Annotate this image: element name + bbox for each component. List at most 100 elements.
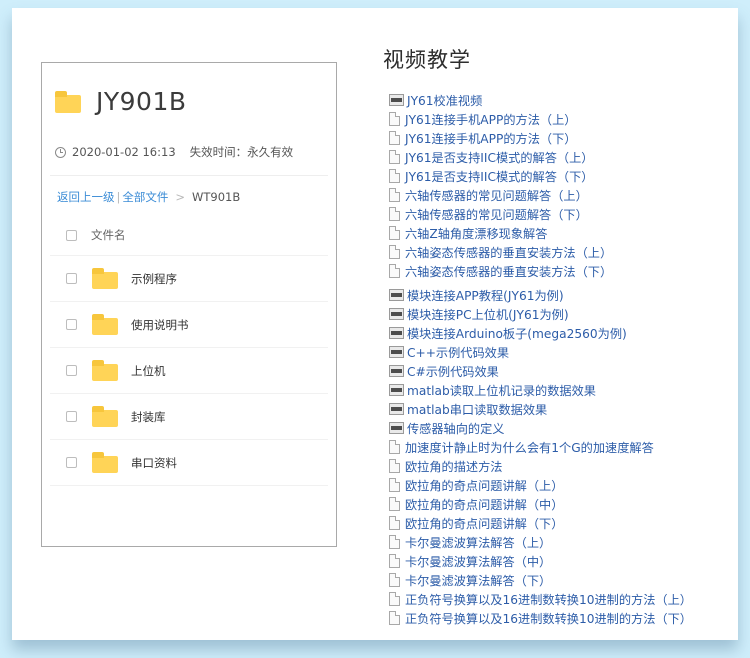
document-icon — [389, 130, 400, 145]
divider — [50, 175, 328, 176]
video-link[interactable]: 欧拉角的奇点问题讲解（下） — [389, 513, 692, 532]
folder-name[interactable]: 封装库 — [131, 409, 166, 425]
video-link[interactable]: C#示例代码效果 — [389, 361, 692, 380]
row-checkbox[interactable] — [66, 273, 77, 284]
video-link[interactable]: JY61校准视频 — [389, 90, 692, 109]
document-icon — [389, 496, 400, 511]
content-card: JY901B 2020-01-02 16:13 失效时间：永久有效 返回上一级 |… — [12, 8, 738, 640]
table-row[interactable]: 使用说明书 — [50, 302, 328, 348]
video-link[interactable]: 正负符号换算以及16进制数转换10进制的方法（下） — [389, 608, 692, 627]
html-file-icon — [389, 326, 404, 339]
video-link[interactable]: 卡尔曼滤波算法解答（中） — [389, 551, 692, 570]
document-icon — [389, 187, 400, 202]
video-link[interactable]: 卡尔曼滤波算法解答（下） — [389, 570, 692, 589]
folder-name[interactable]: 使用说明书 — [131, 317, 189, 333]
video-link[interactable]: 欧拉角的奇点问题讲解（中） — [389, 494, 692, 513]
folder-name[interactable]: 示例程序 — [131, 271, 177, 287]
video-link[interactable]: JY61是否支持IIC模式的解答（下） — [389, 166, 692, 185]
video-link[interactable]: C++示例代码效果 — [389, 342, 692, 361]
video-link[interactable]: JY61是否支持IIC模式的解答（上） — [389, 147, 692, 166]
video-link[interactable]: 六轴传感器的常见问题解答（上） — [389, 185, 692, 204]
video-link[interactable]: 六轴Z轴角度漂移现象解答 — [389, 223, 692, 242]
video-link-label[interactable]: 正负符号换算以及16进制数转换10进制的方法（上） — [405, 590, 692, 608]
document-icon — [389, 572, 400, 587]
video-link[interactable]: 六轴姿态传感器的垂直安装方法（下） — [389, 261, 692, 280]
back-link[interactable]: 返回上一级 — [57, 190, 115, 204]
video-link-label[interactable]: 六轴姿态传感器的垂直安装方法（下） — [405, 262, 612, 280]
video-link-label[interactable]: 六轴姿态传感器的垂直安装方法（上） — [405, 243, 612, 261]
row-checkbox[interactable] — [66, 457, 77, 468]
video-section-title: 视频教学 — [383, 48, 471, 72]
video-link-label[interactable]: JY61校准视频 — [407, 91, 482, 109]
html-file-icon — [389, 307, 404, 320]
video-link[interactable]: 模块连接Arduino板子(mega2560为例) — [389, 323, 692, 342]
document-icon — [389, 225, 400, 240]
video-link-label[interactable]: 欧拉角的奇点问题讲解（中） — [405, 495, 563, 513]
table-row[interactable]: 示例程序 — [50, 256, 328, 302]
video-link-list: JY61校准视频 JY61连接手机APP的方法（上） JY61连接手机APP的方法（… — [389, 90, 692, 627]
table-row[interactable]: 串口资料 — [50, 440, 328, 486]
video-link[interactable]: 欧拉角的描述方法 — [389, 456, 692, 475]
video-link-label[interactable]: 欧拉角的奇点问题讲解（上） — [405, 476, 563, 494]
video-link-label[interactable]: 欧拉角的描述方法 — [405, 457, 503, 475]
video-link-label[interactable]: C++示例代码效果 — [407, 343, 509, 361]
video-link[interactable]: 加速度计静止时为什么会有1个G的加速度解答 — [389, 437, 692, 456]
video-link[interactable]: 欧拉角的奇点问题讲解（上） — [389, 475, 692, 494]
table-row[interactable]: 上位机 — [50, 348, 328, 394]
row-checkbox[interactable] — [66, 411, 77, 422]
html-file-icon — [389, 345, 404, 358]
video-link-label[interactable]: 模块连接PC上位机(JY61为例) — [407, 305, 569, 323]
share-title: JY901B — [96, 87, 187, 116]
video-link-label[interactable]: 模块连接APP教程(JY61为例) — [407, 286, 564, 304]
select-all-checkbox[interactable] — [66, 229, 77, 241]
folder-icon — [92, 359, 118, 381]
video-link[interactable]: 传感器轴向的定义 — [389, 418, 692, 437]
column-header-filename: 文件名 — [91, 228, 126, 242]
video-link[interactable]: JY61连接手机APP的方法（上） — [389, 109, 692, 128]
document-icon — [389, 477, 400, 492]
video-link[interactable]: 模块连接APP教程(JY61为例) — [389, 285, 692, 304]
video-link[interactable]: 卡尔曼滤波算法解答（上） — [389, 532, 692, 551]
folder-name[interactable]: 上位机 — [131, 363, 166, 379]
video-link[interactable]: matlab读取上位机记录的数据效果 — [389, 380, 692, 399]
video-link[interactable]: 正负符号换算以及16进制数转换10进制的方法（上） — [389, 589, 692, 608]
table-row[interactable]: 封装库 — [50, 394, 328, 440]
folder-icon — [92, 405, 118, 427]
document-icon — [389, 553, 400, 568]
share-header: JY901B — [55, 87, 187, 116]
video-link-label[interactable]: 卡尔曼滤波算法解答（中） — [405, 552, 551, 570]
video-link-label[interactable]: 加速度计静止时为什么会有1个G的加速度解答 — [405, 438, 654, 456]
video-link[interactable]: JY61连接手机APP的方法（下） — [389, 128, 692, 147]
video-link[interactable]: matlab串口读取数据效果 — [389, 399, 692, 418]
document-icon — [389, 206, 400, 221]
video-link-label[interactable]: C#示例代码效果 — [407, 362, 499, 380]
breadcrumb-separator: | — [116, 190, 121, 204]
video-link-label[interactable]: 六轴传感器的常见问题解答（上） — [405, 186, 588, 204]
row-checkbox[interactable] — [66, 365, 77, 376]
video-link-label[interactable]: JY61连接手机APP的方法（下） — [405, 129, 576, 147]
video-link-label[interactable]: JY61是否支持IIC模式的解答（下） — [405, 167, 594, 185]
all-files-link[interactable]: 全部文件 — [122, 190, 168, 204]
video-link-label[interactable]: 正负符号换算以及16进制数转换10进制的方法（下） — [405, 609, 692, 627]
document-icon — [389, 263, 400, 278]
video-link-label[interactable]: 模块连接Arduino板子(mega2560为例) — [407, 324, 627, 342]
document-icon — [389, 610, 400, 625]
html-file-icon — [389, 383, 404, 396]
row-checkbox[interactable] — [66, 319, 77, 330]
video-link-label[interactable]: 欧拉角的奇点问题讲解（下） — [405, 514, 563, 532]
video-link-label[interactable]: 六轴Z轴角度漂移现象解答 — [405, 224, 547, 242]
video-link[interactable]: 六轴姿态传感器的垂直安装方法（上） — [389, 242, 692, 261]
video-link-label[interactable]: JY61连接手机APP的方法（上） — [405, 110, 576, 128]
video-link-label[interactable]: 卡尔曼滤波算法解答（上） — [405, 533, 551, 551]
video-link-label[interactable]: JY61是否支持IIC模式的解答（上） — [405, 148, 594, 166]
video-link-label[interactable]: matlab串口读取数据效果 — [407, 400, 547, 418]
video-link[interactable]: 六轴传感器的常见问题解答（下） — [389, 204, 692, 223]
breadcrumb: 返回上一级 | 全部文件 > WT901B — [57, 189, 240, 205]
video-link[interactable]: 模块连接PC上位机(JY61为例) — [389, 304, 692, 323]
video-link-label[interactable]: 卡尔曼滤波算法解答（下） — [405, 571, 551, 589]
video-link-label[interactable]: matlab读取上位机记录的数据效果 — [407, 381, 596, 399]
video-link-label[interactable]: 六轴传感器的常见问题解答（下） — [405, 205, 588, 223]
video-link-label[interactable]: 传感器轴向的定义 — [407, 419, 505, 437]
folder-name[interactable]: 串口资料 — [131, 455, 177, 471]
html-file-icon — [389, 421, 404, 434]
